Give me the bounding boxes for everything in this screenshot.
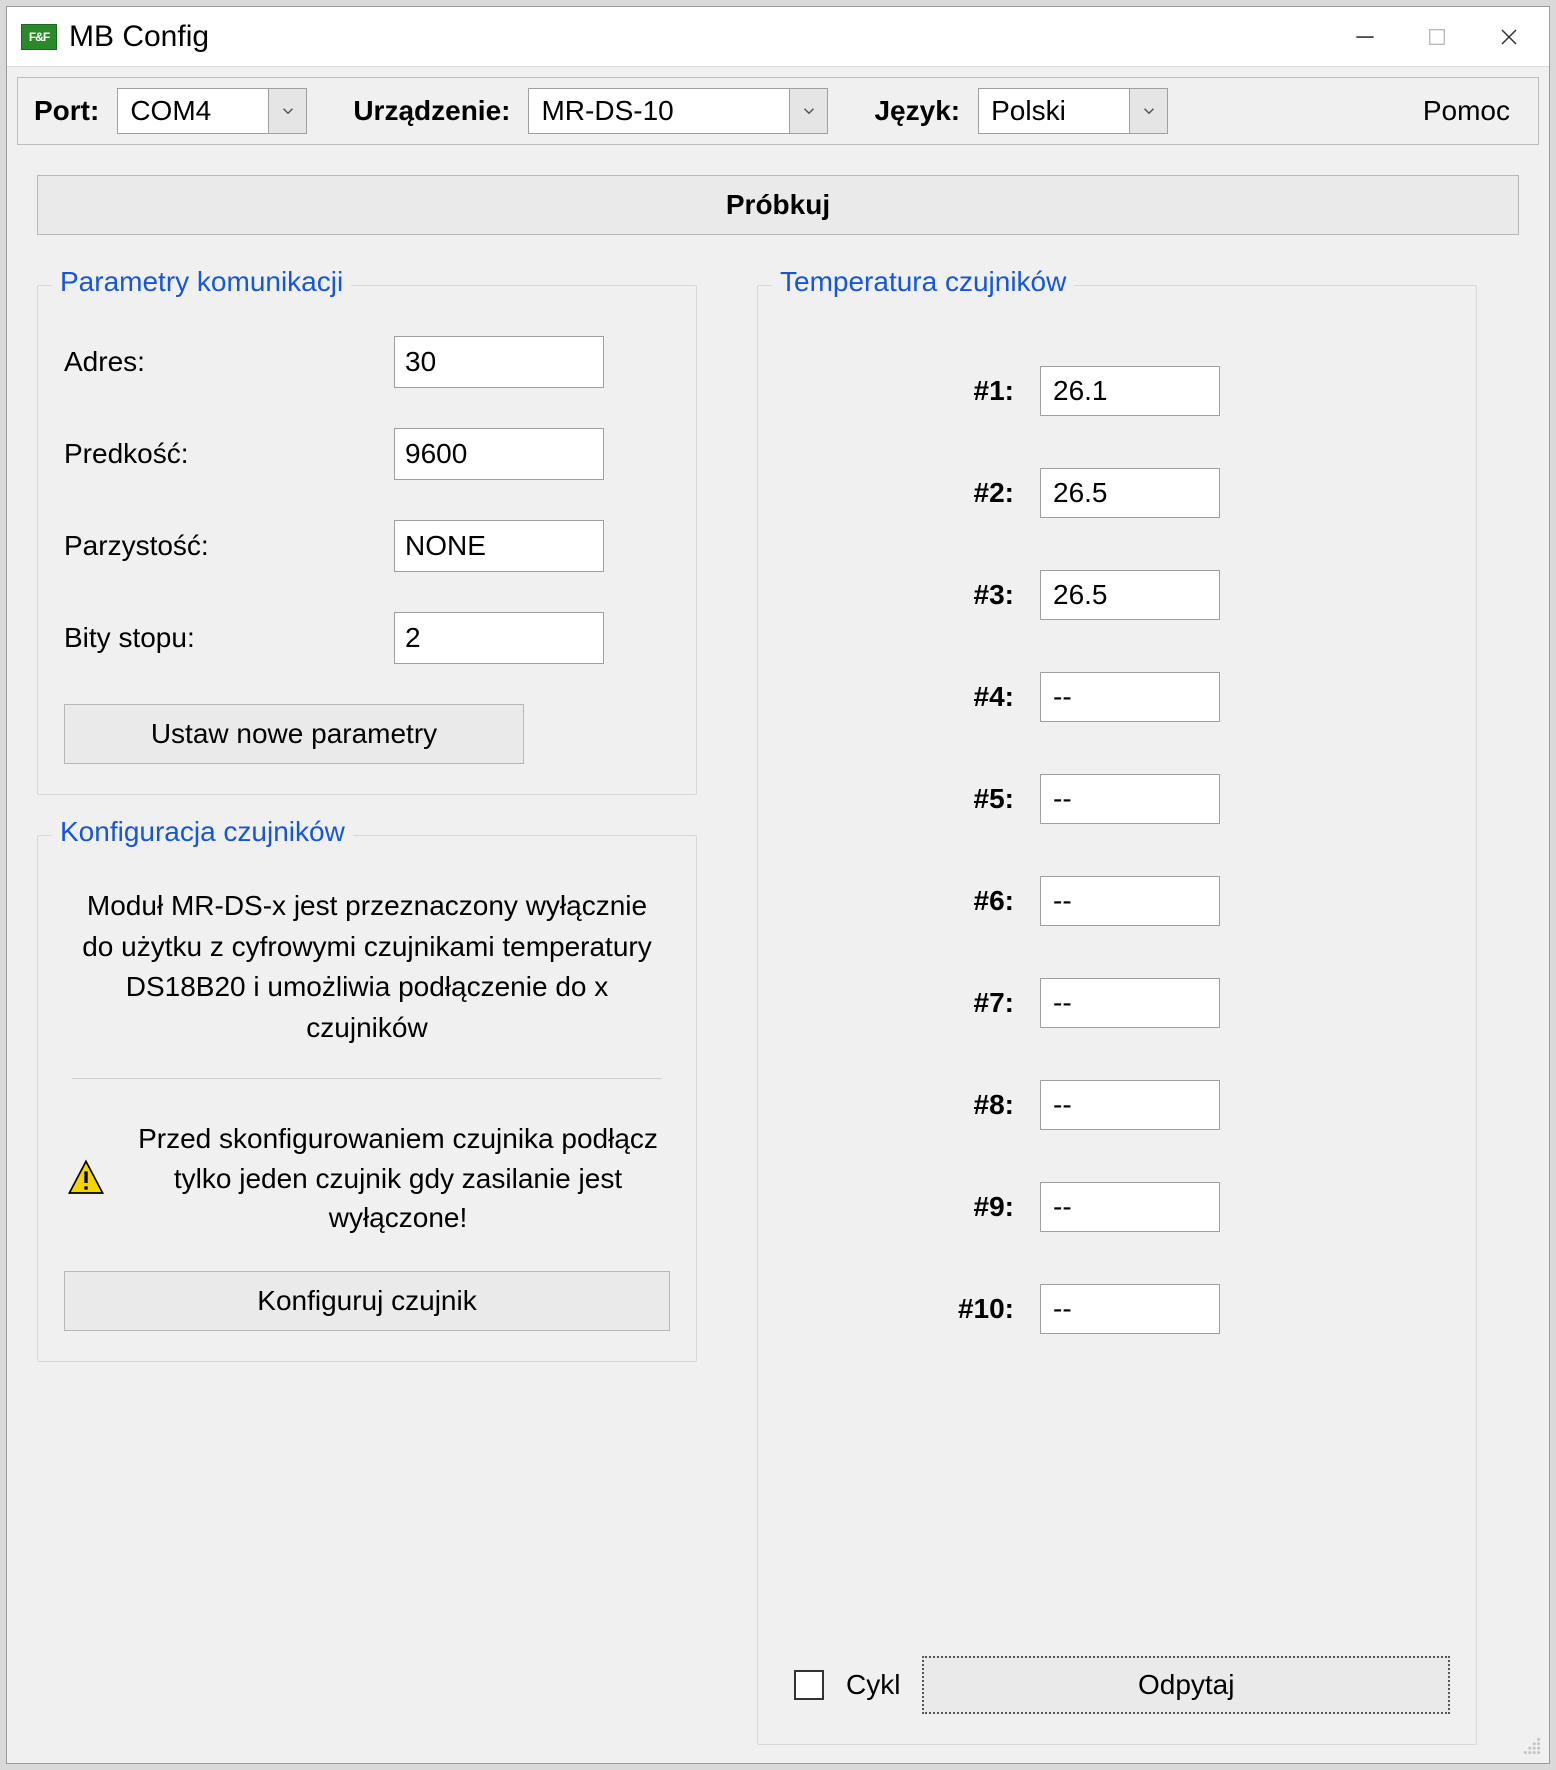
warning-text: Przed skonfigurowaniem czujnika podłącz …: [126, 1119, 670, 1237]
address-input[interactable]: 30: [394, 336, 604, 388]
resize-grip[interactable]: [1521, 1735, 1543, 1757]
sensor-config-title: Konfiguracja czujników: [52, 816, 353, 848]
temp-value[interactable]: 26.5: [1040, 570, 1220, 620]
port-value: COM4: [118, 95, 268, 127]
query-button[interactable]: Odpytaj: [922, 1656, 1450, 1714]
chevron-down-icon[interactable]: [268, 89, 306, 133]
comm-params-group: Parametry komunikacji Adres: 30 Predkość…: [37, 285, 697, 795]
temp-label: #2:: [904, 477, 1014, 509]
port-select[interactable]: COM4: [117, 88, 307, 134]
maximize-button[interactable]: [1401, 11, 1473, 63]
temp-label: #4:: [904, 681, 1014, 713]
temp-label: #9:: [904, 1191, 1014, 1223]
device-label: Urządzenie:: [353, 95, 510, 127]
parity-label: Parzystość:: [64, 530, 394, 562]
chevron-down-icon[interactable]: [789, 89, 827, 133]
temp-value[interactable]: --: [1040, 774, 1220, 824]
stopbits-label: Bity stopu:: [64, 622, 394, 654]
temp-value[interactable]: --: [1040, 1080, 1220, 1130]
titlebar: F&F MB Config: [7, 7, 1549, 67]
warning-icon: [64, 1158, 108, 1198]
sensor-temps-group: Temperatura czujników #1:26.1 #2:26.5 #3…: [757, 285, 1477, 1745]
temp-label: #5:: [904, 783, 1014, 815]
client-area: Próbkuj Parametry komunikacji Adres: 30 …: [7, 145, 1549, 1763]
chevron-down-icon[interactable]: [1129, 89, 1167, 133]
temp-value[interactable]: --: [1040, 1182, 1220, 1232]
app-icon: F&F: [21, 24, 57, 50]
temp-label: #3:: [904, 579, 1014, 611]
port-label: Port:: [34, 95, 99, 127]
sample-button[interactable]: Próbkuj: [37, 175, 1519, 235]
temp-label: #6:: [904, 885, 1014, 917]
minimize-button[interactable]: [1329, 11, 1401, 63]
speed-label: Predkość:: [64, 438, 394, 470]
comm-params-title: Parametry komunikacji: [52, 266, 351, 298]
close-button[interactable]: [1473, 11, 1545, 63]
sensor-info-text: Moduł MR-DS-x jest przeznaczony wyłączni…: [64, 886, 670, 1048]
temp-value[interactable]: --: [1040, 876, 1220, 926]
set-params-button[interactable]: Ustaw nowe parametry: [64, 704, 524, 764]
temp-value[interactable]: --: [1040, 978, 1220, 1028]
temp-label: #7:: [904, 987, 1014, 1019]
language-select[interactable]: Polski: [978, 88, 1168, 134]
help-button[interactable]: Pomoc: [1411, 95, 1522, 127]
sensor-config-group: Konfiguracja czujników Moduł MR-DS-x jes…: [37, 835, 697, 1362]
parity-input[interactable]: NONE: [394, 520, 604, 572]
divider: [72, 1078, 662, 1079]
cycle-label: Cykl: [846, 1669, 900, 1701]
sensor-temps-title: Temperatura czujników: [772, 266, 1074, 298]
temp-label: #1:: [904, 375, 1014, 407]
configure-sensor-button[interactable]: Konfiguruj czujnik: [64, 1271, 670, 1331]
cycle-checkbox[interactable]: [794, 1670, 824, 1700]
temp-value[interactable]: 26.5: [1040, 468, 1220, 518]
toolbar: Port: COM4 Urządzenie: MR-DS-10 Język: P…: [17, 77, 1539, 145]
language-label: Język:: [874, 95, 960, 127]
temp-rows: #1:26.1 #2:26.5 #3:26.5 #4:-- #5:-- #6:-…: [784, 336, 1450, 1646]
temp-value[interactable]: 26.1: [1040, 366, 1220, 416]
temp-label: #10:: [904, 1293, 1014, 1325]
language-value: Polski: [979, 95, 1129, 127]
window-title: MB Config: [69, 20, 209, 54]
temp-label: #8:: [904, 1089, 1014, 1121]
window-controls: [1329, 11, 1545, 63]
device-select[interactable]: MR-DS-10: [528, 88, 828, 134]
temp-value[interactable]: --: [1040, 672, 1220, 722]
temp-value[interactable]: --: [1040, 1284, 1220, 1334]
stopbits-input[interactable]: 2: [394, 612, 604, 664]
app-window: F&F MB Config Port: COM4 Urządzenie: MR-…: [6, 6, 1550, 1764]
device-value: MR-DS-10: [529, 95, 789, 127]
address-label: Adres:: [64, 346, 394, 378]
speed-input[interactable]: 9600: [394, 428, 604, 480]
